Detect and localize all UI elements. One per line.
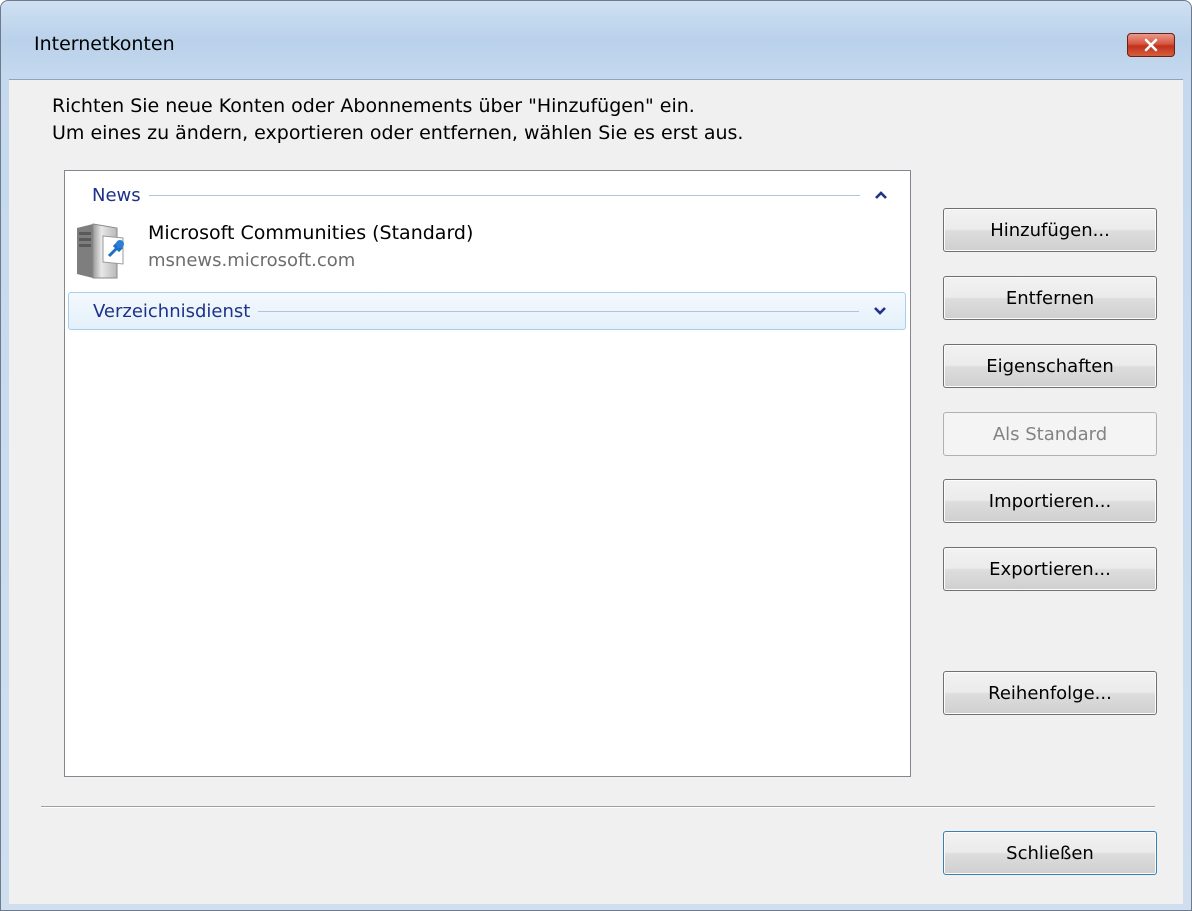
import-button[interactable]: Importieren... — [943, 479, 1157, 523]
account-host: msnews.microsoft.com — [148, 250, 356, 271]
title-bar[interactable]: Internetkonten — [1, 1, 1191, 79]
dialog-separator — [41, 806, 1155, 808]
internet-accounts-window: Internetkonten Richten Sie neue Konten o… — [0, 0, 1192, 911]
chevron-down-icon[interactable] — [873, 304, 887, 318]
group-header-news[interactable]: News — [68, 176, 906, 214]
order-button[interactable]: Reihenfolge... — [943, 671, 1157, 715]
instructions-text: Richten Sie neue Konten oder Abonnements… — [52, 93, 743, 147]
group-divider-line — [258, 310, 859, 312]
instructions-line-2: Um eines zu ändern, exportieren oder ent… — [52, 122, 744, 144]
account-item-microsoft-communities[interactable]: Microsoft Communities (Standard) msnews.… — [73, 218, 673, 284]
window-title: Internetkonten — [34, 33, 175, 55]
account-name: Microsoft Communities (Standard) — [148, 222, 474, 244]
window-close-button[interactable] — [1127, 33, 1175, 57]
accounts-list[interactable]: News Microsoft Communities (Standard) ms… — [64, 170, 911, 777]
group-divider-line — [148, 194, 860, 196]
export-button[interactable]: Exportieren... — [943, 547, 1157, 591]
set-default-button[interactable]: Als Standard — [943, 412, 1157, 456]
group-label-news: News — [92, 184, 141, 206]
properties-button[interactable]: Eigenschaften — [943, 344, 1157, 388]
close-icon — [1144, 38, 1158, 52]
instructions-line-1: Richten Sie neue Konten oder Abonnements… — [52, 95, 695, 117]
dialog-client-area: Richten Sie neue Konten oder Abonnements… — [9, 79, 1183, 904]
close-dialog-button[interactable]: Schließen — [943, 831, 1157, 875]
news-server-icon — [77, 223, 124, 279]
chevron-up-icon[interactable] — [874, 188, 888, 202]
remove-account-button[interactable]: Entfernen — [943, 276, 1157, 320]
group-header-directory-service[interactable]: Verzeichnisdienst — [68, 292, 906, 330]
group-label-directory-service: Verzeichnisdienst — [93, 300, 251, 322]
add-account-button[interactable]: Hinzufügen... — [943, 208, 1157, 252]
